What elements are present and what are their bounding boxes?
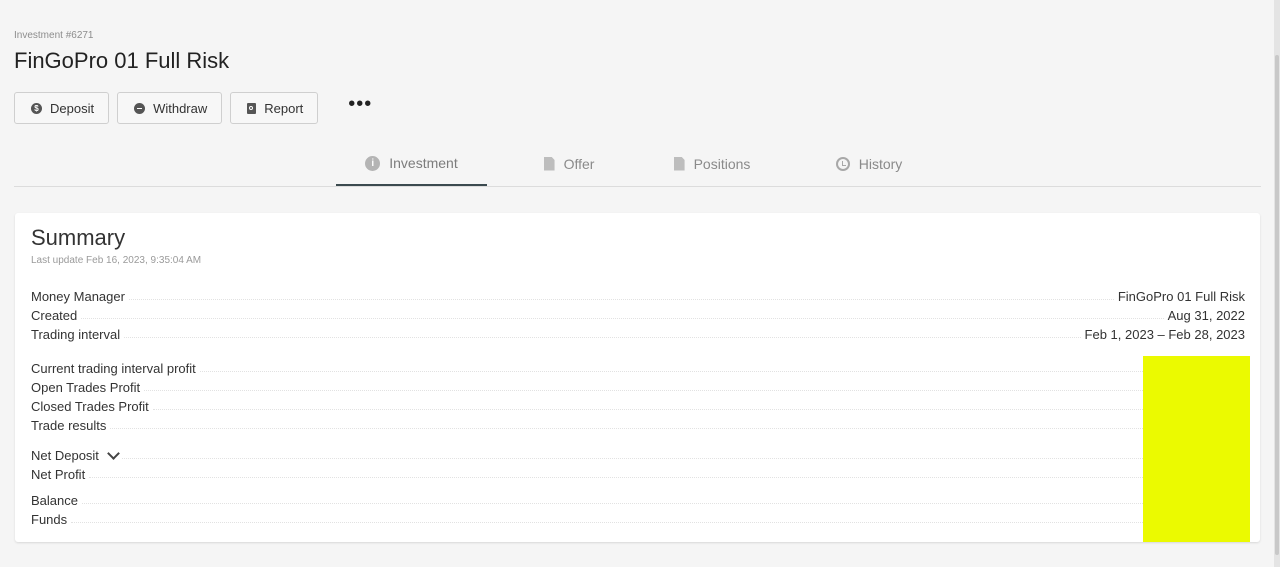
row-closed-trades-profit: Closed Trades Profit <box>31 395 1245 414</box>
net-profit-label: Net Profit <box>31 467 86 482</box>
tab-offer-label: Offer <box>563 155 595 172</box>
scrollbar-thumb[interactable] <box>1275 55 1279 555</box>
report-icon <box>247 102 257 114</box>
breadcrumb: Investment #6271 <box>14 30 94 41</box>
leader-line <box>128 299 1114 300</box>
last-update-text: Last update Feb 16, 2023, 9:35:04 AM <box>31 255 202 266</box>
dollar-icon: $ <box>31 102 42 114</box>
balance-label: Balance <box>31 493 78 508</box>
leader-line <box>110 428 1241 429</box>
leader-line <box>81 318 1164 319</box>
money-manager-value: FinGoPro 01 Full Risk <box>1117 289 1245 304</box>
open-trades-profit-label: Open Trades Profit <box>31 380 141 395</box>
row-funds: Funds <box>31 508 1245 527</box>
page-scrollbar[interactable] <box>1274 0 1280 567</box>
leader-line <box>81 503 1241 504</box>
leader-line <box>144 390 1241 391</box>
row-net-profit: Net Profit <box>31 463 1245 482</box>
row-current-interval-profit: Current trading interval profit <box>31 357 1245 376</box>
trading-interval-value: Feb 1, 2023 – Feb 28, 2023 <box>1084 327 1245 342</box>
file-icon <box>543 156 555 171</box>
tab-history[interactable]: History <box>819 142 919 185</box>
info-icon: i <box>365 155 381 171</box>
summary-title: Summary <box>31 225 126 250</box>
money-manager-label: Money Manager <box>31 289 125 304</box>
created-value: Aug 31, 2022 <box>1167 308 1245 323</box>
funds-label: Funds <box>31 512 68 527</box>
leader-line <box>89 477 1241 478</box>
trading-interval-label: Trading interval <box>31 327 121 342</box>
more-options-button[interactable]: ••• <box>348 94 372 117</box>
withdraw-button[interactable]: Withdraw <box>117 92 223 124</box>
row-trading-interval: Trading interval Feb 1, 2023 – Feb 28, 2… <box>31 323 1245 342</box>
report-button-label: Report <box>264 100 304 116</box>
tab-investment[interactable]: i Investment <box>336 142 487 186</box>
leader-line <box>199 371 1241 372</box>
page-title: FinGoPro 01 Full Risk <box>14 48 230 73</box>
row-created: Created Aug 31, 2022 <box>31 304 1245 323</box>
chevron-down-icon[interactable] <box>107 447 120 460</box>
tab-positions[interactable]: Positions <box>662 142 762 185</box>
summary-card: Summary Last update Feb 16, 2023, 9:35:0… <box>15 213 1260 542</box>
created-label: Created <box>31 308 78 323</box>
net-deposit-toggle[interactable]: Net Deposit <box>31 447 120 463</box>
withdraw-button-label: Withdraw <box>153 100 208 116</box>
redaction-block <box>1143 356 1250 542</box>
row-net-deposit: Net Deposit <box>31 444 1245 463</box>
document-icon <box>673 156 685 171</box>
leader-line <box>152 409 1241 410</box>
minus-circle-icon <box>134 102 146 114</box>
leader-line <box>71 522 1241 523</box>
net-deposit-label: Net Deposit <box>31 448 99 463</box>
row-balance: Balance <box>31 489 1245 508</box>
action-toolbar: $ Deposit Withdraw Report ••• <box>14 92 372 124</box>
tab-investment-label: Investment <box>389 155 458 171</box>
history-icon <box>835 156 850 171</box>
leader-line <box>124 337 1081 338</box>
tab-history-label: History <box>858 155 903 172</box>
current-interval-profit-label: Current trading interval profit <box>31 361 196 376</box>
trade-results-label: Trade results <box>31 418 107 433</box>
row-money-manager: Money Manager FinGoPro 01 Full Risk <box>31 285 1245 304</box>
report-button[interactable]: Report <box>230 92 319 124</box>
row-trade-results: Trade results <box>31 414 1245 433</box>
closed-trades-profit-label: Closed Trades Profit <box>31 399 149 414</box>
tab-positions-label: Positions <box>693 155 751 172</box>
deposit-button-label: Deposit <box>50 100 95 116</box>
leader-line <box>121 458 1241 459</box>
row-open-trades-profit: Open Trades Profit <box>31 376 1245 395</box>
tab-offer[interactable]: Offer <box>519 142 619 185</box>
deposit-button[interactable]: $ Deposit <box>14 92 110 124</box>
tab-bar: i Investment Offer Positions History <box>14 142 1261 187</box>
